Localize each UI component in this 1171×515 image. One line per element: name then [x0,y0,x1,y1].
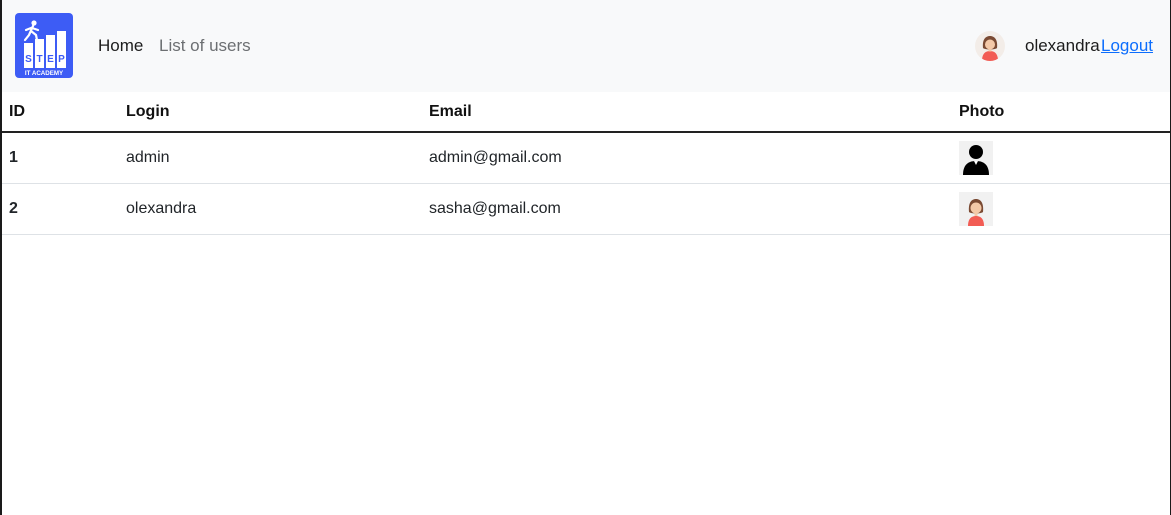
nav-link-home[interactable]: Home [98,36,143,56]
logo-letter-t: T [36,54,42,65]
user-email: sasha@gmail.com [422,183,952,235]
column-header-email: Email [422,93,952,133]
user-photo-cell [952,132,1170,184]
user-id: 2 [2,183,119,235]
users-table: ID Login Email Photo 1 admin admin@gmail… [2,93,1170,235]
user-login: olexandra [119,183,422,235]
nav-link-list-of-users[interactable]: List of users [159,36,251,56]
column-header-login: Login [119,93,422,133]
current-user-name: olexandra [1025,36,1100,55]
column-header-photo: Photo [952,93,1170,133]
user-id: 1 [2,132,119,184]
user-email: admin@gmail.com [422,132,952,184]
table-row: 2 olexandra sasha@gmail.com [2,183,1170,235]
male-silhouette-icon [959,141,993,175]
logo-letter-e: E [47,54,54,65]
user-login: admin [119,132,422,184]
logo-letter-s: S [25,54,32,65]
logout-link[interactable]: Logout [1101,36,1153,56]
female-avatar-icon [959,192,993,226]
navbar: S T E P IT ACADEMY Home List of users ol… [2,0,1170,92]
logo-subtitle: IT ACADEMY [25,70,64,77]
table-header-row: ID Login Email Photo [2,93,1170,133]
logo-letter-p: P [58,54,65,65]
step-it-academy-logo[interactable]: S T E P IT ACADEMY [15,13,73,78]
column-header-id: ID [2,93,119,133]
user-photo-cell [952,183,1170,235]
table-row: 1 admin admin@gmail.com [2,132,1170,184]
female-avatar-icon [975,31,1005,61]
